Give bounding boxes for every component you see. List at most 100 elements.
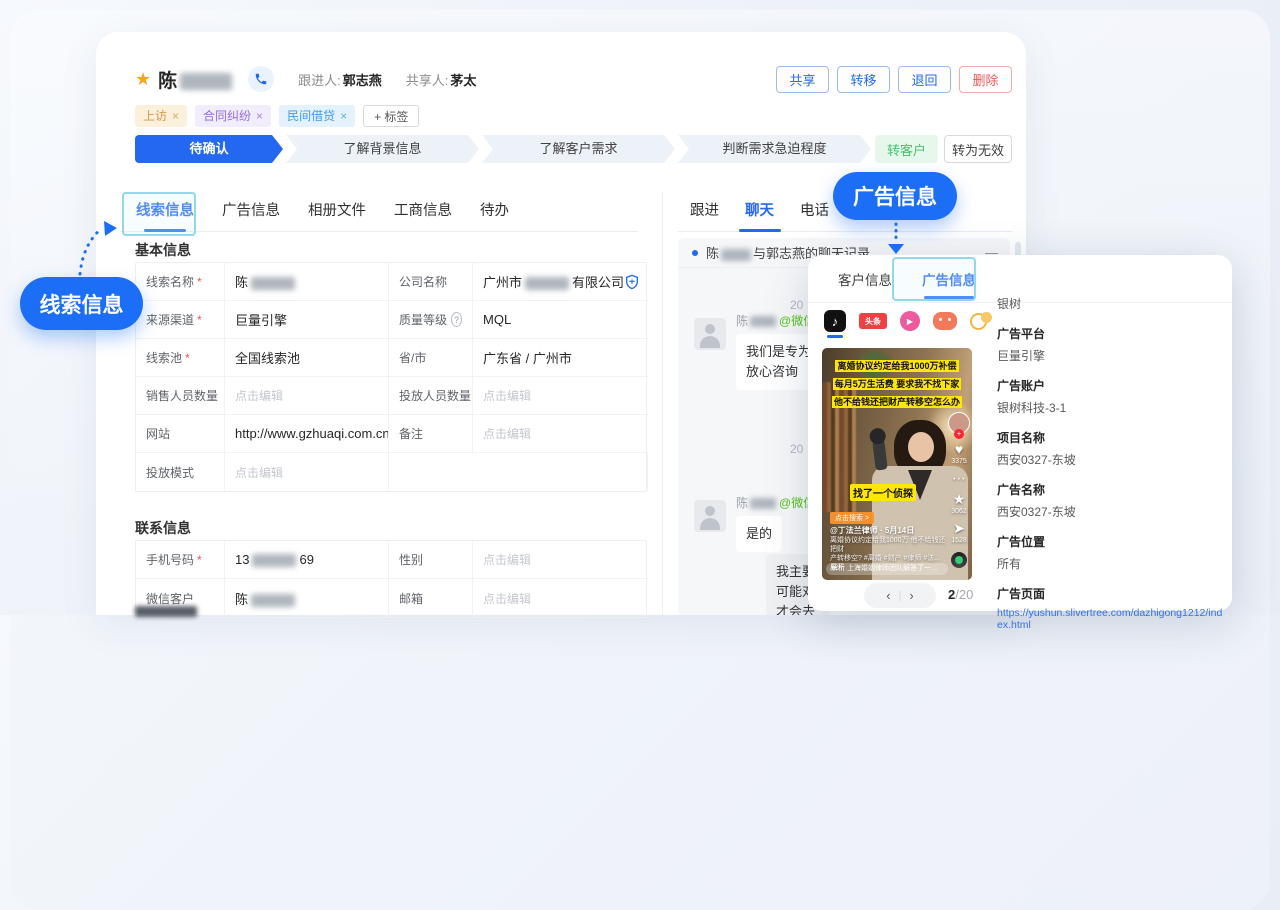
field-label: 备注 bbox=[399, 425, 423, 442]
action-count: 1528 bbox=[951, 537, 967, 545]
tag-label: 上访 bbox=[143, 105, 167, 127]
lead-header: ★ 陈 跟进人:郭志燕 共享人:茅太 共享转移退回删除 bbox=[135, 62, 1012, 96]
detail-value: 所有 bbox=[997, 555, 1225, 572]
tab-跟进[interactable]: 跟进 bbox=[690, 192, 719, 232]
tag-close-icon[interactable]: × bbox=[256, 105, 263, 127]
share-icon[interactable]: ➤ bbox=[953, 521, 965, 535]
add-tag-button[interactable]: + 标签 bbox=[363, 105, 419, 127]
tab-相册文件[interactable]: 相册文件 bbox=[308, 192, 366, 232]
field-label: 投放人员数量 bbox=[399, 387, 471, 404]
field-value: MQL bbox=[483, 312, 511, 327]
field-value-cell[interactable]: 点击编辑 bbox=[473, 415, 648, 453]
platform-icons: ♪ 头条 ▶ bbox=[824, 310, 992, 332]
phone-icon bbox=[254, 72, 268, 86]
share-person: 共享人:茅太 bbox=[406, 70, 477, 89]
next-button[interactable]: › bbox=[909, 588, 913, 603]
placeholder-text: 点击编辑 bbox=[483, 590, 531, 607]
header-action-button[interactable]: 退回 bbox=[898, 66, 951, 93]
detail-value: 西安0327-东坡 bbox=[997, 451, 1225, 468]
field-label-cell: 网站 bbox=[136, 415, 225, 453]
star-icon[interactable]: ★ bbox=[953, 492, 966, 506]
field-value-cell[interactable]: 全国线索池 bbox=[225, 339, 389, 377]
field-value: 陈 bbox=[235, 589, 298, 608]
ad-video-thumbnail[interactable]: 离婚协议约定给我1000万补偿每月5万生活费 要求我不找下家他不给钱还把财产转移… bbox=[822, 348, 972, 580]
header-action-button[interactable]: 共享 bbox=[776, 66, 829, 93]
header-action-button[interactable]: 转移 bbox=[837, 66, 890, 93]
stage-step-3[interactable]: 了解客户需求 bbox=[482, 135, 675, 163]
field-value-cell[interactable]: 陈 bbox=[225, 579, 389, 617]
required-mark: * bbox=[197, 275, 202, 289]
field-label: 邮箱 bbox=[399, 590, 423, 607]
chat-timestamp: 20 bbox=[790, 298, 803, 312]
field-label-cell: 公司名称 bbox=[389, 263, 473, 301]
tags-row: 上访×合同纠纷×民间借贷×+ 标签 bbox=[135, 105, 419, 127]
emoji-app-icon[interactable] bbox=[970, 312, 992, 330]
detail-label: 广告平台 bbox=[997, 325, 1225, 342]
masked-text bbox=[251, 594, 295, 607]
field-value-cell[interactable]: 广东省 / 广州市 bbox=[473, 339, 648, 377]
comment-icon[interactable]: ⋯ bbox=[952, 471, 966, 485]
star-icon[interactable]: ★ bbox=[135, 69, 151, 90]
value-prefix: 广州市 bbox=[483, 275, 522, 290]
detail-label: 广告名称 bbox=[997, 481, 1225, 498]
field-label-cell: 线索池* bbox=[136, 339, 225, 377]
panel-divider bbox=[662, 192, 663, 615]
toutiao-icon[interactable]: 头条 bbox=[859, 313, 887, 329]
masked-name bbox=[750, 498, 776, 509]
field-value: http://www.gzhuaqi.com.cn/ bbox=[235, 426, 389, 441]
tag-close-icon[interactable]: × bbox=[172, 105, 179, 127]
call-button[interactable] bbox=[248, 66, 274, 92]
lead-callout-arrow bbox=[68, 216, 130, 280]
field-value-cell[interactable]: 点击编辑 bbox=[473, 377, 648, 415]
field-value-cell[interactable]: http://www.gzhuaqi.com.cn/ bbox=[225, 415, 389, 453]
tab-广告信息[interactable]: 广告信息 bbox=[222, 192, 280, 232]
tab-聊天[interactable]: 聊天 bbox=[745, 192, 774, 232]
stage-step-4[interactable]: 判断需求急迫程度 bbox=[678, 135, 871, 163]
prev-button[interactable]: ‹ bbox=[886, 588, 890, 603]
convert-to-customer-button[interactable]: 转客户 bbox=[875, 135, 938, 163]
field-label-cell: 销售人员数量 bbox=[136, 377, 225, 415]
popup-tab-客户信息[interactable]: 客户信息 bbox=[838, 261, 892, 301]
masked-text bbox=[252, 554, 296, 567]
delete-button[interactable]: 删除 bbox=[959, 66, 1012, 93]
field-label-cell: 投放人员数量 bbox=[389, 377, 473, 415]
field-value-cell[interactable]: 点击编辑 bbox=[225, 377, 389, 415]
field-label-cell: 线索名称* bbox=[136, 263, 225, 301]
tab-电话[interactable]: 电话 bbox=[800, 192, 829, 232]
tab-待办[interactable]: 待办 bbox=[480, 192, 509, 232]
video-avatar[interactable] bbox=[948, 412, 970, 434]
placeholder-text: 点击编辑 bbox=[483, 551, 531, 568]
mark-invalid-button[interactable]: 转为无效 bbox=[944, 135, 1012, 163]
field-value-cell[interactable]: 13 69 bbox=[225, 541, 389, 579]
detail-label: 广告账户 bbox=[997, 377, 1225, 394]
tag-close-icon[interactable]: × bbox=[340, 105, 347, 127]
lead-info-callout: 线索信息 bbox=[20, 277, 143, 330]
field-value-cell[interactable]: MQL bbox=[473, 301, 648, 339]
field-label-cell: 手机号码* bbox=[136, 541, 225, 579]
value-suffix: 69 bbox=[299, 552, 313, 567]
stage-step-2[interactable]: 了解背景信息 bbox=[286, 135, 479, 163]
value-prefix: 陈 bbox=[235, 592, 248, 607]
divider: | bbox=[899, 590, 902, 602]
field-value-cell[interactable]: 点击编辑 bbox=[473, 541, 648, 579]
orange-app-icon[interactable] bbox=[933, 312, 957, 330]
field-value-cell[interactable]: 巨量引擎 bbox=[225, 301, 389, 339]
video-search-button[interactable]: 点击搜索 > bbox=[830, 512, 874, 524]
douyin-icon[interactable]: ♪ bbox=[824, 310, 846, 332]
music-disc-icon[interactable] bbox=[951, 552, 967, 568]
field-value-cell[interactable]: 广州市有限公司 bbox=[473, 263, 648, 301]
detail-link[interactable]: https://yushun.slivertree.com/dazhigong1… bbox=[997, 607, 1225, 631]
field-label: 省/市 bbox=[399, 349, 426, 366]
value-prefix: 13 bbox=[235, 552, 249, 567]
help-icon[interactable]: ? bbox=[451, 312, 462, 327]
stage-step-1[interactable]: 待确认 bbox=[135, 135, 283, 163]
field-label: 网站 bbox=[146, 425, 170, 442]
verified-shield-icon[interactable] bbox=[624, 274, 640, 290]
field-value-cell[interactable]: 陈 bbox=[225, 263, 389, 301]
tab-工商信息[interactable]: 工商信息 bbox=[394, 192, 452, 232]
heart-icon[interactable]: ♥ bbox=[955, 442, 963, 456]
field-value-cell[interactable]: 点击编辑 bbox=[225, 453, 389, 491]
pink-app-icon[interactable]: ▶ bbox=[900, 311, 920, 331]
header-actions: 共享转移退回删除 bbox=[776, 66, 1012, 93]
field-value-cell[interactable]: 点击编辑 bbox=[473, 579, 648, 617]
